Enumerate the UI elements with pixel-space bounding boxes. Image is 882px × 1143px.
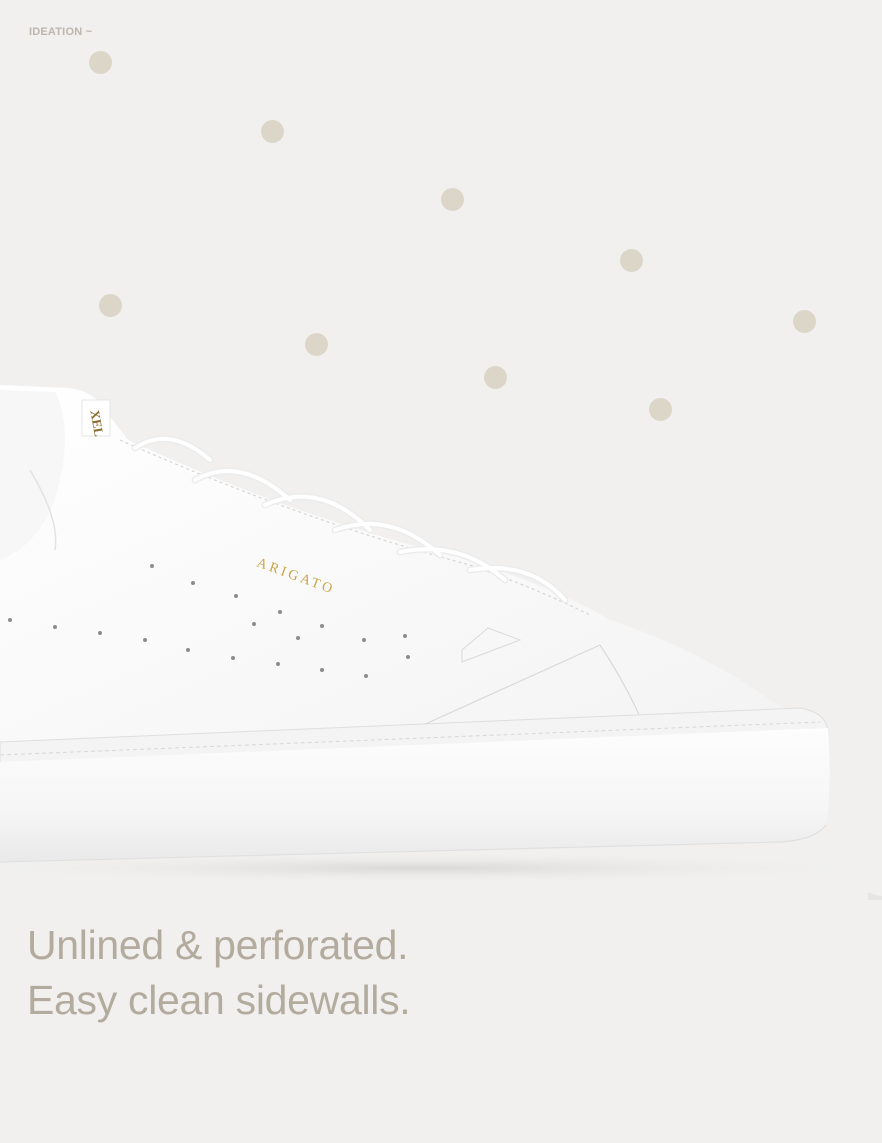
tagline-line-2: Easy clean sidewalls. [27, 977, 411, 1023]
section-label: IDEATION ~ [29, 26, 93, 38]
tagline-line-1: Unlined & perforated. [27, 922, 409, 968]
dot [793, 310, 816, 333]
sneaker-image: XEL ARIGATO [0, 385, 882, 900]
dot [441, 188, 464, 211]
dot [99, 294, 122, 317]
dot [305, 333, 328, 356]
dot [620, 249, 643, 272]
tagline: Unlined & perforated. Easy clean sidewal… [27, 918, 411, 1028]
dot [261, 120, 284, 143]
shoe-upper [0, 385, 810, 745]
dot [89, 51, 112, 74]
